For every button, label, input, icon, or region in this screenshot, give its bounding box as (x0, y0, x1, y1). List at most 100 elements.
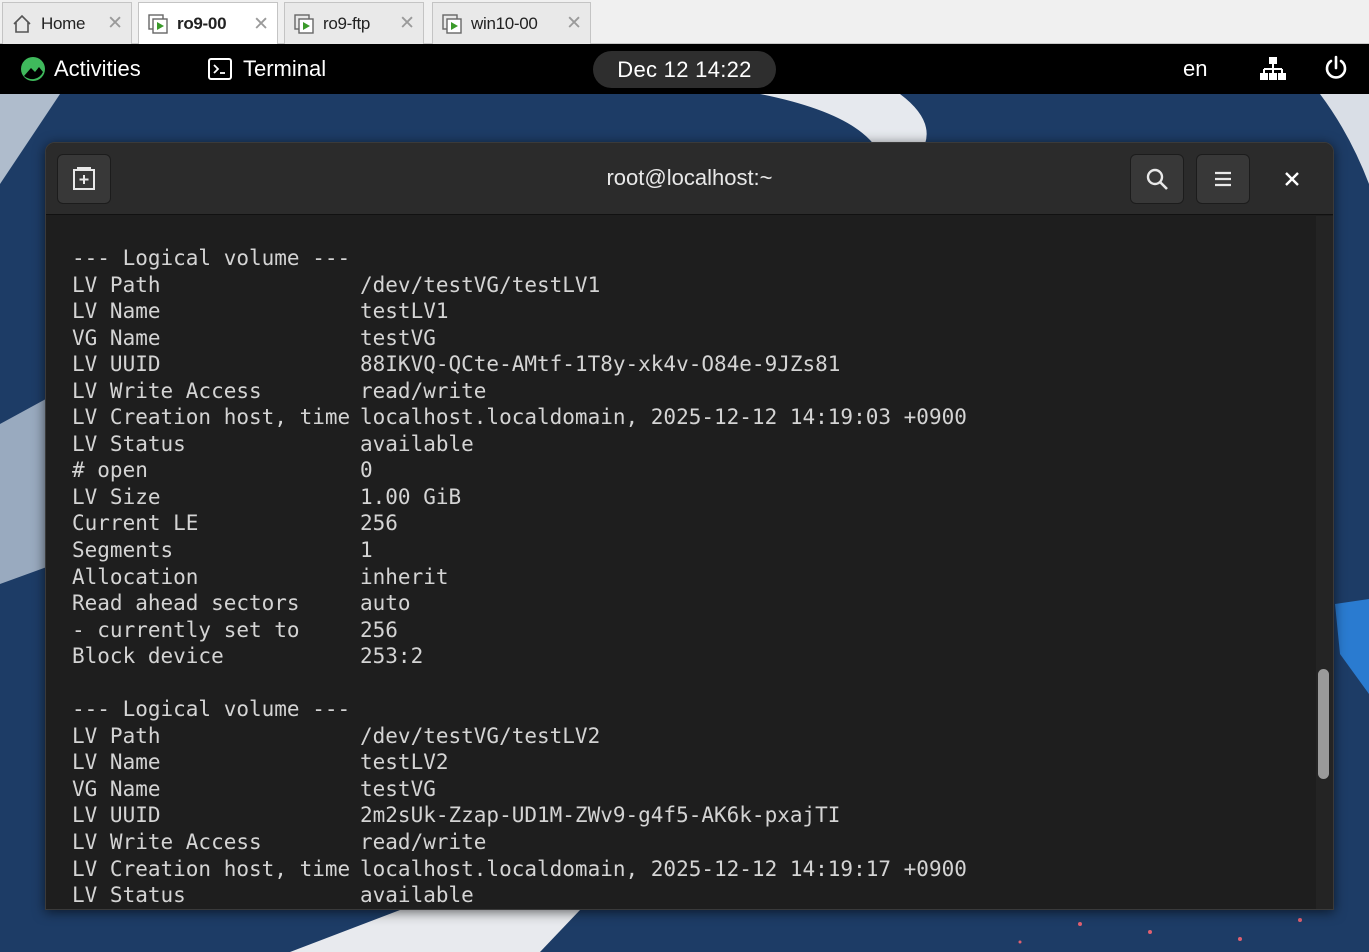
field-key: LV Write Access (72, 378, 262, 403)
field-value: 88IKVQ-QCte-AMtf-1T8y-xk4v-O84e-9JZs81 (360, 352, 841, 377)
field-value: localhost.localdomain, 2025-12-12 14:19:… (360, 856, 967, 881)
activities-button[interactable]: Activities (20, 54, 141, 84)
terminal-icon (208, 58, 232, 80)
vm-tab-ro9-00[interactable]: ro9-00 ✕ (138, 2, 278, 45)
field-key: - currently set to (72, 617, 300, 642)
vm-tab-ro9-ftp[interactable]: ro9-ftp ✕ (284, 2, 424, 44)
terminal-line: Allocation inherit (72, 564, 1316, 591)
close-icon[interactable]: ✕ (566, 12, 582, 35)
field-value: localhost.localdomain, 2025-12-12 14:19:… (360, 405, 967, 430)
terminal-line: LV Write Access read/write (72, 378, 1316, 405)
field-value: 253:2 (360, 644, 424, 669)
field-key: LV Write Access (72, 830, 262, 855)
field-value: testLV2 (360, 750, 449, 775)
gnome-top-bar: Activities Terminal Dec 12 14:22 en (0, 44, 1369, 94)
vm-icon (293, 13, 315, 35)
field-value: available (360, 883, 474, 908)
terminal-line: LV UUID 88IKVQ-QCte-AMtf-1T8y-xk4v-O84e-9… (72, 351, 1316, 378)
field-key: LV Name (72, 750, 161, 775)
field-value: read/write (360, 378, 487, 403)
keyboard-layout-indicator[interactable]: en (1183, 56, 1207, 82)
terminal-line: Current LE 256 (72, 510, 1316, 537)
field-key: LV Status (72, 883, 186, 908)
scrollbar-track[interactable] (1316, 216, 1333, 909)
terminal-line: LV Name testLV2 (72, 749, 1316, 776)
close-icon[interactable]: ✕ (253, 13, 269, 36)
clock-button[interactable]: Dec 12 14:22 (593, 51, 776, 88)
field-key: LV Path (72, 723, 161, 748)
field-key: VG Name (72, 325, 161, 350)
field-key: Read ahead sectors (72, 591, 300, 616)
field-value: 1 (360, 538, 373, 563)
field-key: LV Path (72, 272, 161, 297)
field-value: testLV1 (360, 299, 449, 324)
field-value: 256 (360, 617, 398, 642)
field-value: testVG (360, 776, 436, 801)
field-key: # open (72, 458, 148, 483)
vm-tab-label: ro9-00 (177, 14, 227, 33)
close-icon (1285, 172, 1299, 186)
field-value: 2m2sUk-Zzap-UD1M-ZWv9-g4f5-AK6k-pxajTI (360, 803, 841, 828)
vm-icon (441, 13, 463, 35)
terminal-line: Segments 1 (72, 537, 1316, 564)
terminal-headerbar: root@localhost:~ (46, 143, 1333, 215)
power-icon[interactable] (1323, 55, 1349, 81)
field-key: LV Creation host, time (72, 405, 351, 430)
app-menu-label: Terminal (243, 56, 327, 81)
terminal-output[interactable]: --- Logical volume --- LV Path/dev/testVG… (46, 216, 1316, 909)
terminal-line: LV Status available (72, 431, 1316, 458)
activities-label: Activities (54, 56, 141, 81)
terminal-line: - currently set to 256 (72, 617, 1316, 644)
terminal-line: LV Path/dev/testVG/testLV1 (72, 272, 1316, 299)
vm-tab-win10-00[interactable]: win10-00 ✕ (432, 2, 591, 44)
menu-button[interactable] (1196, 154, 1250, 204)
vm-tab-bar: Home ✕ ro9-00 ✕ ro9-ftp ✕ win10-00 ✕ (0, 0, 1369, 45)
field-key: Current LE (72, 511, 199, 536)
vm-tab-label: win10-00 (471, 13, 538, 33)
close-icon[interactable]: ✕ (399, 12, 415, 35)
scrollbar-thumb[interactable] (1318, 669, 1329, 779)
field-value: /dev/testVG/testLV2 (360, 723, 601, 748)
terminal-line: LV Creation host, time localhost.localdom… (72, 404, 1316, 431)
search-icon (1146, 168, 1168, 190)
vm-icon (147, 13, 169, 35)
field-value: read/write (360, 830, 487, 855)
terminal-line: LV Write Access read/write (72, 829, 1316, 856)
close-icon[interactable]: ✕ (107, 12, 123, 35)
field-key: LV Status (72, 431, 186, 456)
vm-tab-label: ro9-ftp (323, 13, 371, 33)
terminal-line: LV Path/dev/testVG/testLV2 (72, 723, 1316, 750)
terminal-line: Block device 253:2 (72, 643, 1316, 670)
field-value: 1.00 GiB (360, 484, 462, 509)
terminal-line: # open 0 (72, 457, 1316, 484)
hamburger-menu-icon (1215, 171, 1231, 187)
window-close-button[interactable] (1272, 159, 1312, 199)
field-key: LV UUID (72, 352, 161, 377)
field-value: /dev/testVG/testLV1 (360, 272, 601, 297)
search-button[interactable] (1130, 154, 1184, 204)
field-key: LV UUID (72, 803, 161, 828)
terminal-line: VG Name testVG (72, 776, 1316, 803)
field-key: LV Creation host, time (72, 856, 351, 881)
home-icon (11, 13, 33, 35)
terminal-line: VG Name testVG (72, 325, 1316, 352)
terminal-line: LV Status available (72, 882, 1316, 909)
network-wired-icon[interactable] (1260, 56, 1286, 82)
terminal-line: --- Logical volume --- (72, 697, 351, 722)
field-value: available (360, 431, 474, 456)
terminal-line: LV UUID 2m2sUk-Zzap-UD1M-ZWv9-g4f5-AK6k-p… (72, 802, 1316, 829)
app-menu-terminal[interactable]: Terminal (208, 54, 326, 84)
field-key: LV Name (72, 299, 161, 324)
terminal-line: LV Size 1.00 GiB (72, 484, 1316, 511)
terminal-line: --- Logical volume --- (72, 246, 351, 270)
vm-tab-home[interactable]: Home ✕ (2, 2, 132, 44)
field-value: 0 (360, 458, 373, 483)
terminal-line: LV Creation host, time localhost.localdom… (72, 856, 1316, 883)
field-key: LV Size (72, 484, 161, 509)
field-value: 256 (360, 511, 398, 536)
terminal-line: LV Name testLV1 (72, 298, 1316, 325)
field-key: Block device (72, 644, 224, 669)
field-value: inherit (360, 564, 449, 589)
field-value: auto (360, 591, 411, 616)
